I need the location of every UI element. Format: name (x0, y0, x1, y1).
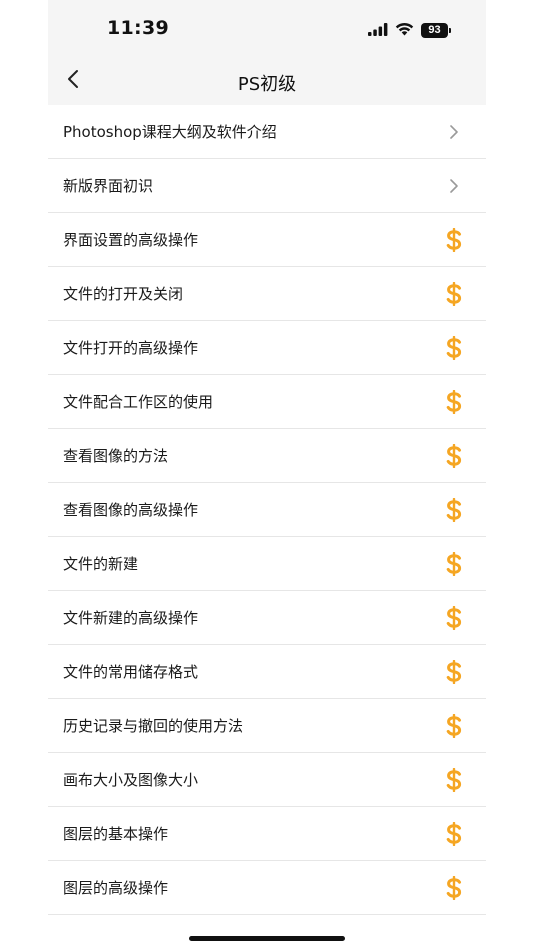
lesson-title: 图层的基本操作 (63, 825, 169, 843)
lesson-title: 图层的高级操作 (63, 879, 169, 897)
lesson-row[interactable]: 图层的高级操作 (48, 861, 486, 915)
home-indicator[interactable] (189, 936, 345, 941)
lesson-row[interactable]: 新版界面初识 (48, 159, 486, 213)
app-screen: 11:39 93 PS初级 Photoshop课程大纲及软件介绍 新版界面初识 … (48, 0, 486, 950)
lesson-title: Photoshop课程大纲及软件介绍 (63, 123, 277, 141)
battery-icon: 93 (421, 22, 451, 38)
lesson-title: 画布大小及图像大小 (63, 771, 199, 789)
dollar-icon (444, 659, 464, 684)
lesson-row[interactable]: 历史记录与撤回的使用方法 (48, 699, 486, 753)
lesson-row[interactable]: Photoshop课程大纲及软件介绍 (48, 105, 486, 159)
lesson-row[interactable]: 文件新建的高级操作 (48, 591, 486, 645)
lesson-title: 文件打开的高级操作 (63, 339, 199, 357)
dollar-icon (444, 389, 464, 414)
lesson-title: 文件新建的高级操作 (63, 609, 199, 627)
lesson-row[interactable]: 文件配合工作区的使用 (48, 375, 486, 429)
dollar-icon (444, 335, 464, 360)
chevron-right-icon (444, 174, 464, 198)
dollar-icon (444, 875, 464, 900)
dollar-icon (444, 551, 464, 576)
page-title: PS初级 (237, 74, 297, 95)
lesson-title: 文件的新建 (63, 555, 139, 573)
lesson-row[interactable]: 文件的打开及关闭 (48, 267, 486, 321)
lesson-title: 文件配合工作区的使用 (63, 393, 214, 411)
lesson-row[interactable]: 查看图像的方法 (48, 429, 486, 483)
lesson-row[interactable]: 画布大小及图像大小 (48, 753, 486, 807)
dollar-icon (444, 713, 464, 738)
lesson-row[interactable]: 查看图像的高级操作 (48, 483, 486, 537)
lesson-title: 查看图像的方法 (63, 447, 169, 465)
lesson-row[interactable]: 文件的新建 (48, 537, 486, 591)
navigation-bar: PS初级 (48, 58, 486, 105)
dollar-icon (444, 227, 464, 252)
lesson-title: 文件的打开及关闭 (63, 285, 184, 303)
status-icons: 93 (368, 21, 451, 40)
dollar-icon (444, 767, 464, 792)
lesson-title: 界面设置的高级操作 (63, 231, 199, 249)
lesson-row[interactable]: 文件的常用储存格式 (48, 645, 486, 699)
chevron-right-icon (444, 120, 464, 144)
lesson-title: 历史记录与撤回的使用方法 (63, 717, 244, 735)
lesson-title: 文件的常用储存格式 (63, 663, 199, 681)
dollar-icon (444, 497, 464, 522)
cellular-signal-icon (368, 21, 388, 40)
dollar-icon (444, 821, 464, 846)
dollar-icon (444, 605, 464, 630)
status-bar: 11:39 93 (48, 0, 486, 58)
lesson-title: 新版界面初识 (63, 177, 154, 195)
status-time: 11:39 (107, 17, 169, 39)
dollar-icon (444, 443, 464, 468)
dollar-icon (444, 281, 464, 306)
lesson-row[interactable]: 文件打开的高级操作 (48, 321, 486, 375)
lesson-title: 查看图像的高级操作 (63, 501, 199, 519)
lesson-row[interactable]: 图层的基本操作 (48, 807, 486, 861)
wifi-icon (395, 21, 414, 40)
lesson-row[interactable]: 界面设置的高级操作 (48, 213, 486, 267)
lesson-list: Photoshop课程大纲及软件介绍 新版界面初识界面设置的高级操作 文件的打开及关… (48, 105, 486, 915)
